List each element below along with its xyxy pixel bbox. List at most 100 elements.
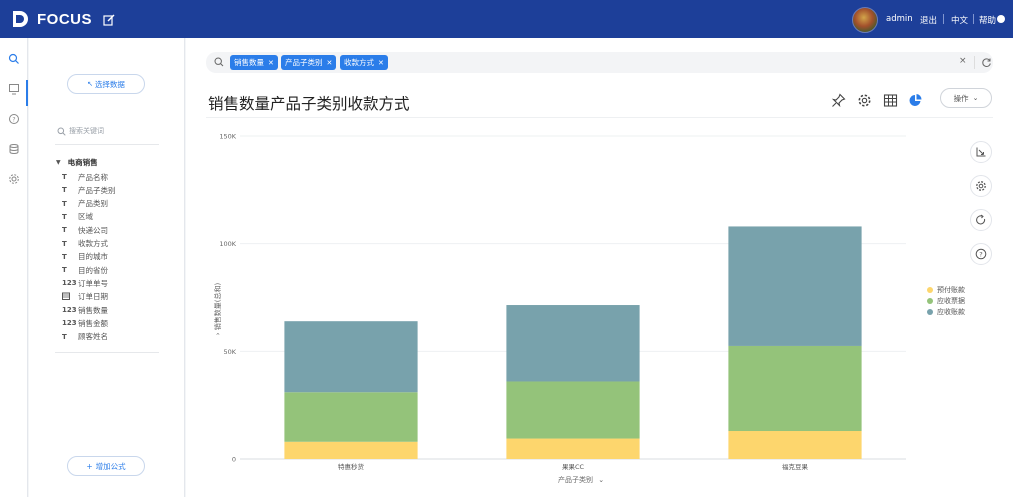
number-type-icon: 123 <box>62 279 77 288</box>
dashboard-icon[interactable] <box>8 80 20 95</box>
field-item[interactable]: 123 销售数量 <box>62 304 108 316</box>
field-label: 收款方式 <box>78 239 108 248</box>
legend-item[interactable]: 应收票据 <box>927 295 965 306</box>
number-type-icon: 123 <box>62 319 77 328</box>
divider <box>55 352 159 353</box>
select-data-button[interactable]: ↖ 选择数据 <box>67 74 145 94</box>
x-tick-label: 福克豆果 <box>782 462 809 471</box>
question-icon[interactable]: ? <box>8 110 20 124</box>
back-arrow-icon: ↖ <box>87 80 93 88</box>
help-dot-icon[interactable] <box>997 15 1005 23</box>
field-item[interactable]: 123 订单单号 <box>62 277 108 289</box>
select-data-label: 选择数据 <box>94 79 125 89</box>
bar-segment[interactable] <box>284 321 418 393</box>
bar-segment[interactable] <box>728 226 862 346</box>
add-formula-label: 增加公式 <box>95 461 126 471</box>
add-formula-button[interactable]: + 增加公式 <box>67 456 145 476</box>
tree-root[interactable]: ▼ 电商销售 <box>56 157 98 168</box>
chevron-up-icon: › <box>214 332 222 336</box>
legend-label: 预付账款 <box>937 285 965 294</box>
y-tick-label: 50K <box>223 348 236 356</box>
field-item[interactable]: T 产品子类别 <box>62 184 116 196</box>
icon-rail: ? <box>0 38 28 497</box>
bar-segment[interactable] <box>728 345 862 432</box>
field-item[interactable]: 123 销售金额 <box>62 317 108 329</box>
legend-label: 应收账款 <box>937 307 965 316</box>
bar-segment[interactable] <box>728 431 862 459</box>
text-type-icon: T <box>62 186 67 195</box>
field-label: 快递公司 <box>78 225 108 235</box>
text-type-icon: T <box>62 226 67 235</box>
main-panel: 销售数量 ✕ 产品子类别 ✕ 收款方式 ✕ × 销售数量产品子类别收款方式 操作 ⌄ … <box>186 38 1013 497</box>
help-link[interactable]: 帮助 <box>979 14 996 26</box>
text-type-icon: T <box>62 266 67 275</box>
y-tick-label: 0 <box>232 456 236 464</box>
divider <box>55 144 159 145</box>
text-type-icon: T <box>62 173 67 181</box>
y-tick-label: 150K <box>219 133 236 141</box>
data-sidebar: ↖ 选择数据 搜索关键词 ▼ 电商销售 T 产品名称 T 产品子类别 T 产品类别 T 区域 T… <box>29 38 185 497</box>
focus-logo-icon <box>10 9 30 29</box>
bar-segment[interactable] <box>506 381 640 439</box>
svg-text:?: ? <box>12 117 15 124</box>
search-icon <box>57 127 66 136</box>
gear-icon[interactable] <box>8 170 20 184</box>
y-tick-label: 100K <box>219 240 236 248</box>
caret-down-icon: ▼ <box>56 159 61 166</box>
avatar[interactable] <box>852 7 878 33</box>
field-item[interactable]: T 目的城市 <box>62 251 108 263</box>
field-label: 订单单号 <box>78 278 108 288</box>
text-type-icon: T <box>62 199 67 208</box>
top-bar: FOCUS admin 退出 中文 帮助 <box>0 0 1013 38</box>
x-tick-label: 特惠秒货 <box>338 462 365 471</box>
divider <box>973 14 974 24</box>
field-label: 产品子类别 <box>78 185 116 195</box>
number-type-icon: 123 <box>62 306 77 314</box>
language-link[interactable]: 中文 <box>951 14 968 26</box>
chart-legend: 预付账款应收票据应收账款 <box>927 284 965 317</box>
y-axis-label: 销售数量(总和) <box>214 282 222 331</box>
field-item[interactable]: T 产品类别 <box>62 198 108 210</box>
field-item[interactable]: T 产品名称 <box>62 171 108 183</box>
field-item[interactable]: 订单日期 <box>62 291 108 303</box>
logout-link[interactable]: 退出 <box>920 14 937 26</box>
field-label: 产品类别 <box>78 199 108 209</box>
database-icon[interactable] <box>8 140 20 154</box>
bar-segment[interactable] <box>506 305 640 382</box>
app-logo[interactable]: FOCUS <box>10 9 92 29</box>
x-axis-title[interactable]: 产品子类别 ⌄ <box>558 475 604 485</box>
bar-segment[interactable] <box>284 441 418 459</box>
field-label: 销售金额 <box>78 318 108 328</box>
chevron-down-icon: ⌄ <box>598 476 605 484</box>
field-item[interactable]: T 收款方式 <box>62 238 108 250</box>
legend-item[interactable]: 应收账款 <box>927 306 965 317</box>
calendar-icon <box>62 292 76 302</box>
field-search-input[interactable]: 搜索关键词 <box>57 124 157 138</box>
field-label: 目的城市 <box>78 252 108 262</box>
rail-active-indicator <box>26 80 28 106</box>
field-label: 区域 <box>78 212 93 222</box>
username[interactable]: admin <box>886 14 913 24</box>
text-type-icon: T <box>62 212 67 221</box>
field-item[interactable]: T 目的省份 <box>62 264 108 276</box>
legend-label: 应收票据 <box>937 296 965 305</box>
field-item[interactable]: T 区域 <box>62 211 93 223</box>
field-item[interactable]: T 快递公司 <box>62 224 108 236</box>
text-type-icon: T <box>62 239 67 248</box>
field-item[interactable]: T 顾客姓名 <box>62 331 108 343</box>
field-label: 产品名称 <box>78 172 108 182</box>
bar-segment[interactable] <box>284 392 418 442</box>
bar-segment[interactable] <box>506 438 640 459</box>
text-type-icon: T <box>62 252 67 261</box>
y-axis-title[interactable]: › 销售数量(总和) <box>213 276 223 336</box>
legend-item[interactable]: 预付账款 <box>927 284 965 295</box>
divider <box>943 14 944 24</box>
legend-swatch <box>927 308 933 315</box>
tree-root-label: 电商销售 <box>67 158 98 167</box>
text-type-icon: T <box>62 332 67 341</box>
legend-swatch <box>927 286 933 293</box>
field-label: 目的省份 <box>78 265 108 275</box>
edit-icon[interactable] <box>102 12 116 26</box>
search-icon[interactable] <box>8 50 20 64</box>
field-label: 顾客姓名 <box>78 332 108 342</box>
